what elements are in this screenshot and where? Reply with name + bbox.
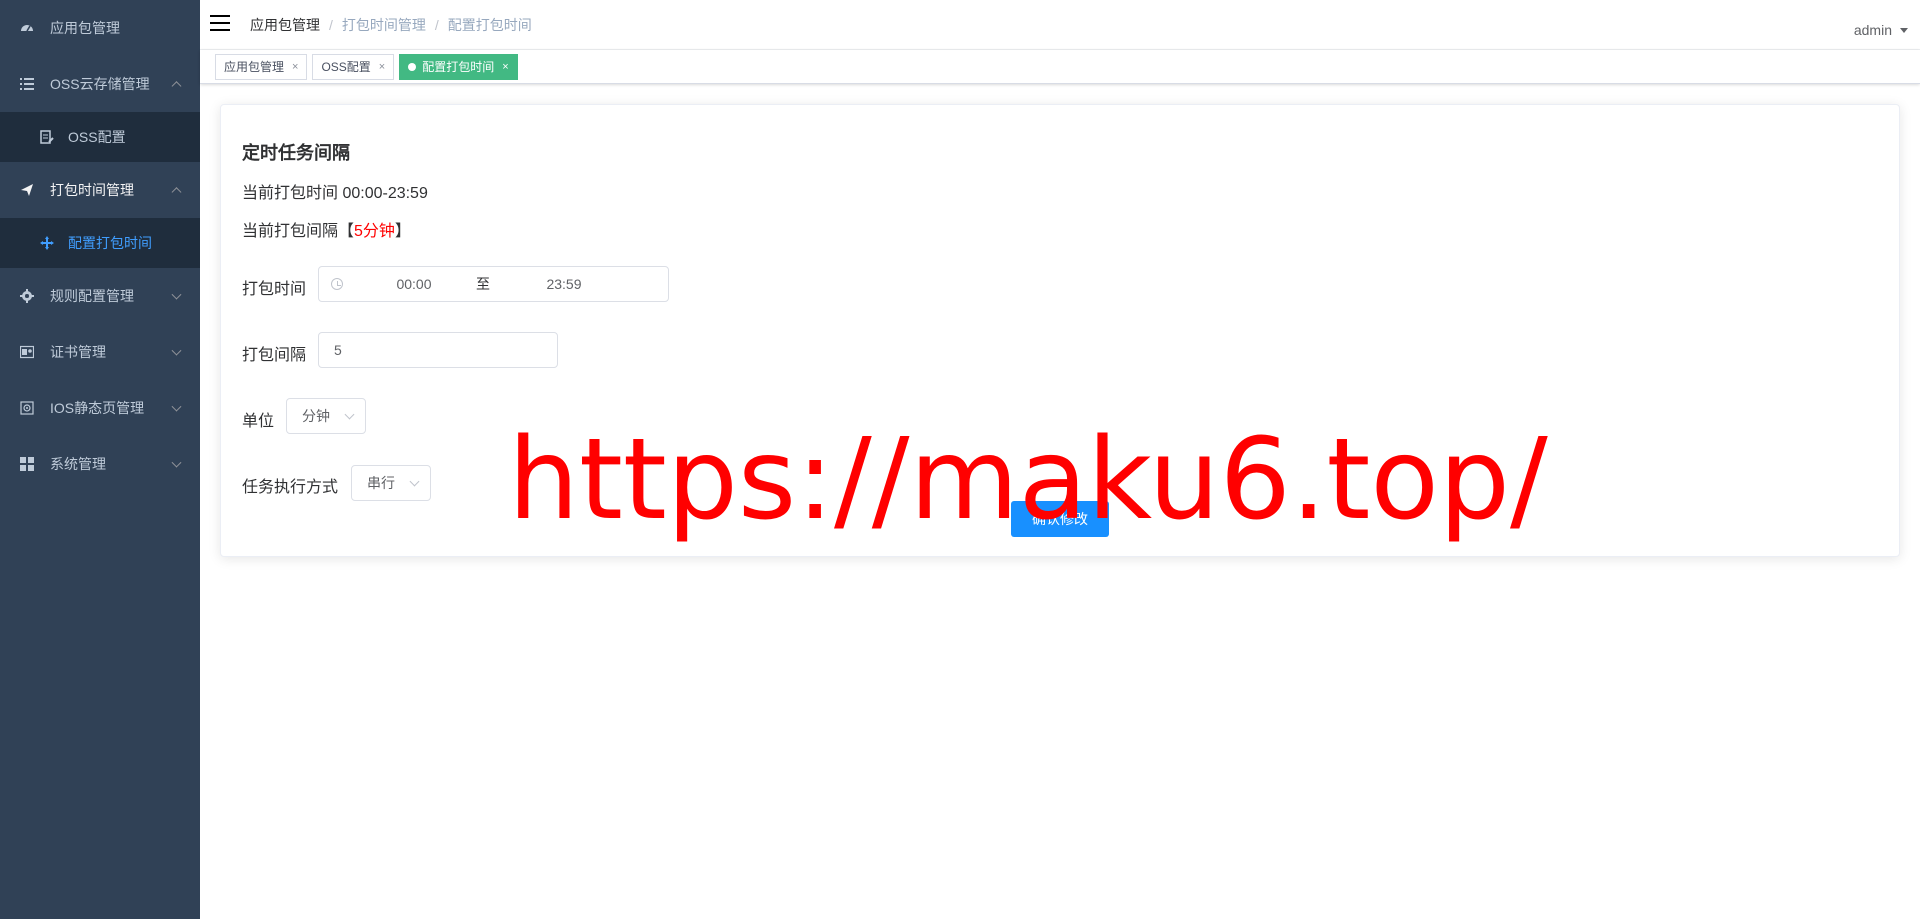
sidebar-subitem-label: 配置打包时间 bbox=[68, 235, 152, 251]
chevron-down-icon bbox=[171, 457, 182, 468]
grid-icon bbox=[20, 457, 34, 471]
unit-select[interactable]: 分钟 bbox=[286, 398, 366, 434]
sidebar-item-ios-static-pages[interactable]: IOS静态页管理 bbox=[0, 380, 200, 436]
execution-mode-select[interactable]: 串行 bbox=[351, 465, 431, 501]
breadcrumb-item: 打包时间管理 bbox=[341, 17, 426, 33]
gear-icon bbox=[20, 289, 34, 303]
chevron-down-icon bbox=[171, 345, 182, 356]
tag-label: 配置打包时间 bbox=[422, 59, 495, 74]
unit-label: 单位 bbox=[242, 413, 275, 430]
breadcrumb-item-current: 配置打包时间 bbox=[447, 17, 532, 33]
chevron-down-icon bbox=[409, 476, 420, 487]
breadcrumb: 应用包管理 / 打包时间管理 / 配置打包时间 bbox=[250, 0, 532, 50]
sidebar-item-certificates[interactable]: 证书管理 bbox=[0, 324, 200, 380]
breadcrumb-separator: / bbox=[329, 17, 333, 33]
active-dot-icon bbox=[408, 62, 417, 71]
start-time-input[interactable]: 00:00 bbox=[359, 267, 469, 301]
chevron-up-icon bbox=[171, 187, 182, 198]
time-range-picker[interactable]: 00:00 至 23:59 bbox=[318, 266, 669, 302]
card-title: 定时任务间隔 bbox=[242, 143, 350, 163]
sidebar-item-system[interactable]: 系统管理 bbox=[0, 436, 200, 492]
sidebar-subitem-label: OSS配置 bbox=[68, 129, 126, 145]
close-icon[interactable]: × bbox=[379, 55, 385, 79]
sidebar-item-label: 规则配置管理 bbox=[50, 288, 134, 304]
tag-label: 应用包管理 bbox=[224, 59, 285, 74]
sidebar: 应用包管理 OSS云存储管理 OSS配置 打包时间管理 配置打包时间 规则配置管… bbox=[0, 0, 200, 919]
sidebar-item-oss-storage[interactable]: OSS云存储管理 bbox=[0, 56, 200, 112]
chevron-down-icon bbox=[171, 289, 182, 300]
sidebar-item-label: IOS静态页管理 bbox=[50, 400, 145, 416]
caret-down-icon bbox=[1900, 27, 1908, 33]
interval-suffix: 】 bbox=[394, 223, 411, 240]
execution-mode-label: 任务执行方式 bbox=[242, 479, 339, 496]
interval-input[interactable]: 5 bbox=[318, 332, 558, 368]
send-icon bbox=[20, 183, 34, 197]
username: admin bbox=[1853, 22, 1892, 38]
tag-config-package-time[interactable]: 配置打包时间 × bbox=[399, 53, 518, 80]
breadcrumb-item[interactable]: 应用包管理 bbox=[250, 15, 320, 35]
package-time-label: 打包时间 bbox=[242, 281, 307, 298]
interval-prefix: 当前打包间隔【 bbox=[242, 223, 355, 240]
breadcrumb-separator: / bbox=[434, 17, 439, 33]
sidebar-item-app-packages[interactable]: 应用包管理 bbox=[0, 0, 200, 56]
execution-mode-value: 串行 bbox=[367, 475, 395, 491]
sidebar-item-label: 证书管理 bbox=[50, 344, 106, 360]
current-package-time: 当前打包时间 00:00-23:59 bbox=[242, 185, 428, 202]
range-separator: 至 bbox=[476, 276, 490, 292]
chevron-down-icon bbox=[171, 401, 182, 412]
chevron-down-icon bbox=[344, 409, 355, 420]
sidebar-subitem-config-package-time[interactable]: 配置打包时间 bbox=[0, 218, 200, 268]
interval-value: 5分钟 bbox=[354, 223, 395, 240]
package-interval-label: 打包间隔 bbox=[242, 347, 307, 364]
dashboard-icon bbox=[20, 21, 34, 35]
sidebar-item-package-time[interactable]: 打包时间管理 bbox=[0, 162, 200, 218]
certificate-icon bbox=[20, 345, 34, 359]
close-icon[interactable]: × bbox=[292, 55, 298, 79]
sidebar-item-label: OSS云存储管理 bbox=[50, 76, 150, 92]
page-frame-icon bbox=[20, 401, 34, 415]
sidebar-item-rule-config[interactable]: 规则配置管理 bbox=[0, 268, 200, 324]
hamburger-menu-icon[interactable] bbox=[210, 15, 230, 31]
end-time-input[interactable]: 23:59 bbox=[509, 267, 619, 301]
sidebar-item-label: 打包时间管理 bbox=[50, 182, 134, 198]
document-edit-icon bbox=[40, 130, 54, 144]
sidebar-item-label: 应用包管理 bbox=[50, 20, 120, 36]
sidebar-subitem-oss-config[interactable]: OSS配置 bbox=[0, 112, 200, 162]
list-icon bbox=[20, 77, 34, 91]
tags-view: 应用包管理 × OSS配置 × 配置打包时间 × bbox=[200, 50, 1920, 84]
move-cross-icon bbox=[40, 236, 54, 250]
tag-label: OSS配置 bbox=[321, 59, 371, 74]
tag-app-packages[interactable]: 应用包管理 × bbox=[215, 53, 308, 80]
navbar: 应用包管理 / 打包时间管理 / 配置打包时间 admin bbox=[200, 0, 1920, 50]
unit-select-value: 分钟 bbox=[302, 408, 330, 424]
watermark-text: https://maku6.top/ bbox=[508, 415, 1548, 545]
chevron-up-icon bbox=[171, 81, 182, 92]
tag-oss-config[interactable]: OSS配置 × bbox=[312, 53, 395, 80]
clock-icon bbox=[331, 278, 343, 290]
current-package-interval: 当前打包间隔【5分钟】 bbox=[242, 217, 411, 241]
close-icon[interactable]: × bbox=[502, 55, 508, 79]
sidebar-item-label: 系统管理 bbox=[50, 456, 106, 472]
